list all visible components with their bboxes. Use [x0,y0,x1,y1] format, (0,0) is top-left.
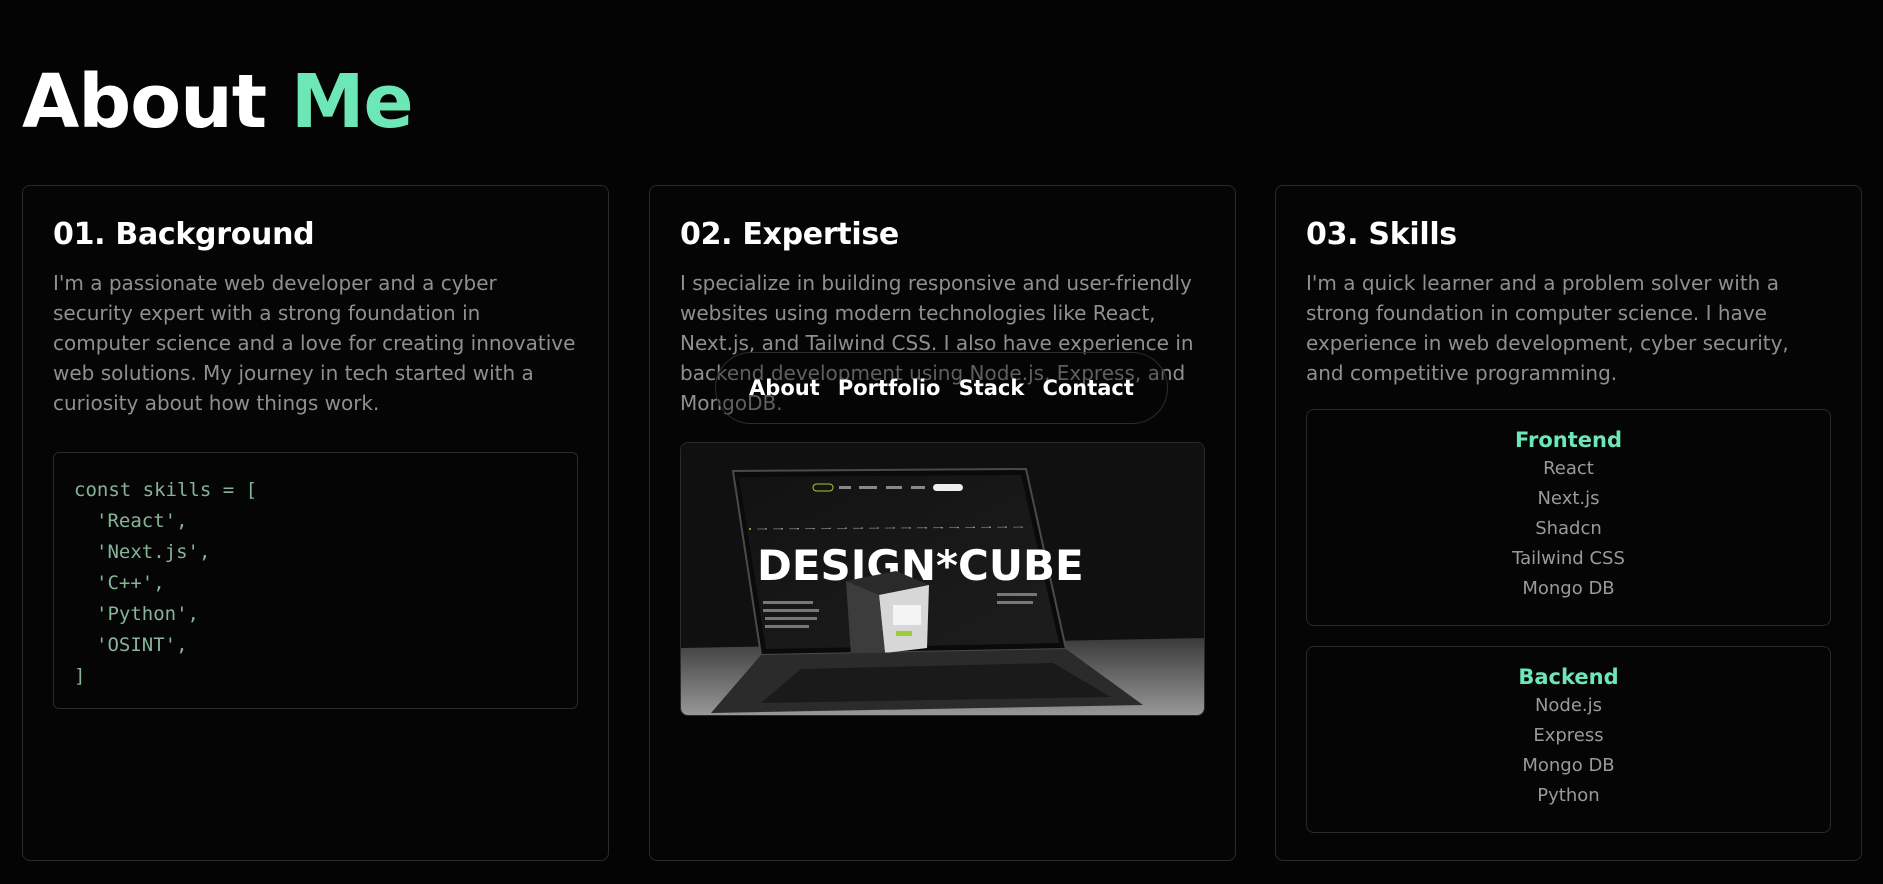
expertise-card: 02. Expertise I specialize in building r… [649,185,1236,861]
page-title: About Me [22,59,414,145]
skill-item: Mongo DB [1522,578,1615,599]
code-line-item: 'C++', [96,572,165,594]
code-line-item: 'OSINT', [96,634,188,656]
skill-item: Express [1533,725,1604,746]
code-line-item: 'Next.js', [96,541,211,563]
expertise-heading: 02. Expertise [680,217,899,252]
skills-text: I'm a quick learner and a problem solver… [1306,271,1789,385]
background-card: 01. Background I'm a passionate web deve… [22,185,609,861]
code-line-open: const skills = [ [74,479,258,501]
nav-stack-link[interactable]: Stack [959,376,1025,400]
skill-item: React [1543,458,1594,479]
skill-item: Tailwind CSS [1512,548,1625,569]
skill-item: Mongo DB [1522,755,1615,776]
project-preview-image: DESIGN*CUBE [680,442,1205,716]
backend-title: Backend [1518,665,1619,689]
skill-item: Next.js [1537,488,1600,509]
code-line-close: ] [74,665,86,687]
nav-about-link[interactable]: About [749,376,820,400]
code-line-item: 'React', [96,510,188,532]
frontend-skills-box: Frontend React Next.js Shadcn Tailwind C… [1306,409,1831,626]
floating-navbar: About Portfolio Stack Contact [715,352,1168,424]
skills-code-block: const skills = [ 'React', 'Next.js', 'C+… [53,452,578,709]
background-heading: 01. Background [53,217,315,252]
skill-item: Node.js [1534,695,1603,716]
backend-skills-box: Backend Node.js Express Mongo DB Python [1306,646,1831,833]
background-text: I'm a passionate web developer and a cyb… [53,271,576,415]
page-title-accent: Me [290,59,414,145]
skills-heading: 03. Skills [1306,217,1457,252]
page-title-main: About [22,59,267,145]
skill-item: Shadcn [1535,518,1602,539]
nav-contact-link[interactable]: Contact [1042,376,1134,400]
frontend-title: Frontend [1515,428,1622,452]
laptop-mockup-illustration: DESIGN*CUBE [681,443,1204,715]
skills-card: 03. Skills I'm a quick learner and a pro… [1275,185,1862,861]
skill-item: Python [1537,785,1600,806]
code-line-item: 'Python', [96,603,199,625]
nav-portfolio-link[interactable]: Portfolio [838,376,941,400]
